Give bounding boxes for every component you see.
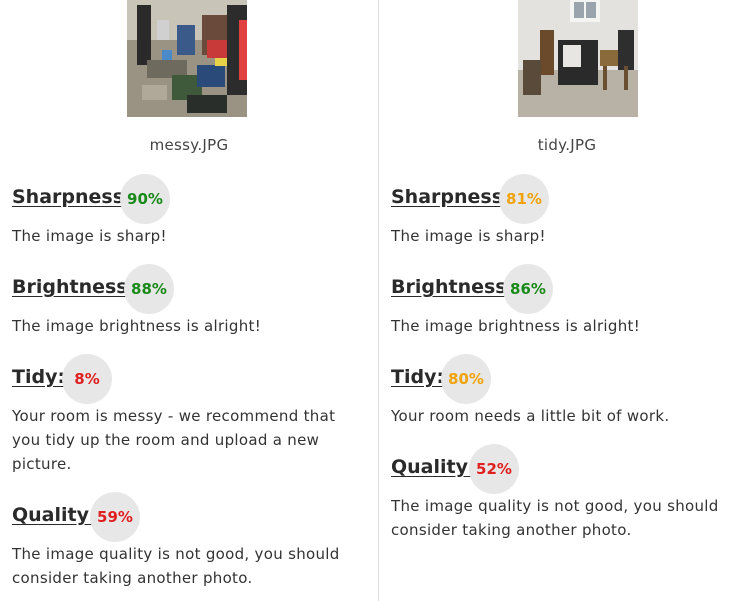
- score-badge: 86%: [503, 264, 553, 314]
- results-page: messy.JPG Sharpness: 90% The image is sh…: [0, 0, 755, 601]
- score-badge: 90%: [120, 174, 170, 224]
- file-name: messy.JPG: [149, 136, 229, 154]
- metric-label: Brightness:: [12, 276, 136, 298]
- metric-description: The image brightness is alright!: [391, 317, 641, 335]
- metric-description: The image quality is not good, you shoul…: [12, 545, 340, 587]
- room-photo-thumbnail[interactable]: [518, 0, 638, 117]
- metric-description: Your room is messy - we recommend that y…: [12, 407, 336, 473]
- file-name: tidy.JPG: [537, 136, 597, 154]
- metric-label: Sharpness:: [12, 186, 132, 208]
- metric-label: Quality:: [12, 504, 97, 526]
- room-photo-thumbnail[interactable]: [127, 0, 247, 117]
- metric-label: Tidy:: [12, 366, 66, 388]
- score-badge: 59%: [90, 492, 140, 542]
- metric-description: Your room needs a little bit of work.: [391, 407, 670, 425]
- metric-label: Sharpness:: [391, 186, 511, 208]
- score-badge: 81%: [499, 174, 549, 224]
- metric-label: Brightness:: [391, 276, 515, 298]
- metric-label: Quality:: [391, 456, 476, 478]
- score-badge: 8%: [62, 354, 112, 404]
- metric-description: The image is sharp!: [391, 227, 546, 245]
- metric-description: The image brightness is alright!: [12, 317, 262, 335]
- metric-description: The image is sharp!: [12, 227, 167, 245]
- metric-description: The image quality is not good, you shoul…: [391, 497, 719, 539]
- score-badge: 88%: [124, 264, 174, 314]
- column-divider: [378, 0, 379, 601]
- score-badge: 80%: [441, 354, 491, 404]
- metric-label: Tidy:: [391, 366, 445, 388]
- score-badge: 52%: [469, 444, 519, 494]
